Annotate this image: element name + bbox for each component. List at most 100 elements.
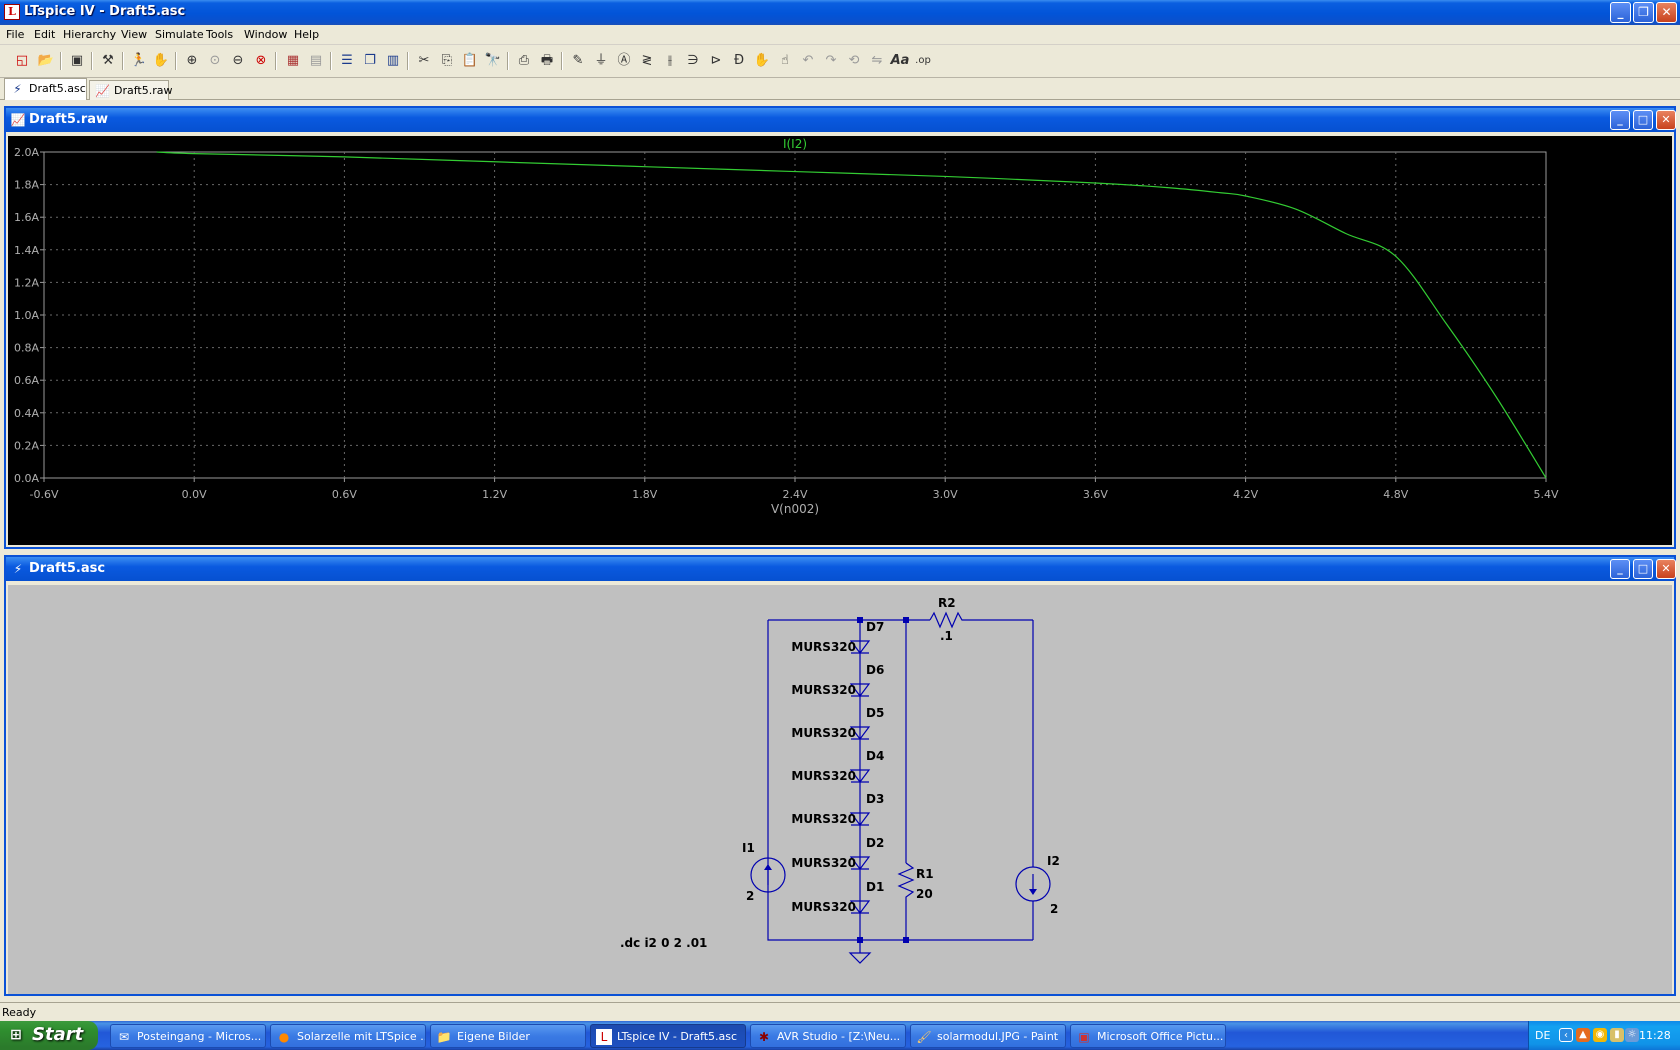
- marker-icon[interactable]: ▤: [306, 51, 326, 71]
- waveform-plot[interactable]: 0.0A 0.2A 0.4A 0.6A 0.8A 1.0A 1.2A 1.4A 1.6A 1.8A…: [8, 136, 1672, 545]
- task-outlook[interactable]: ✉ Posteingang - Micros...: [110, 1024, 266, 1048]
- diode-icon[interactable]: ⊳: [706, 51, 726, 71]
- move-icon[interactable]: ✋: [752, 51, 772, 71]
- menu-window[interactable]: Window: [244, 28, 287, 41]
- x-tick-label: 2.4V: [782, 488, 807, 501]
- zoom-fit-icon[interactable]: ⊗: [251, 51, 271, 71]
- y-tick-label: 0.2A: [14, 439, 39, 452]
- menu-hierarchy[interactable]: Hierarchy: [63, 28, 116, 41]
- task-picture-manager[interactable]: ▣ Microsoft Office Pictu...: [1070, 1024, 1226, 1048]
- inductor-icon[interactable]: ∋: [683, 51, 703, 71]
- language-indicator[interactable]: DE: [1535, 1029, 1550, 1042]
- r2-resistor[interactable]: [929, 611, 966, 629]
- trace-curve[interactable]: [156, 151, 1547, 479]
- redo-icon[interactable]: ↷: [821, 51, 841, 71]
- control-panel-icon[interactable]: ⚒: [98, 51, 118, 71]
- schematic-canvas[interactable]: D7 MURS320 D6 MURS320 D5 MURS320 D4 MURS320 D3 MU…: [8, 585, 1672, 994]
- restore-button[interactable]: ❐: [1633, 2, 1654, 23]
- mirror-icon[interactable]: ⇋: [867, 51, 887, 71]
- copy-icon[interactable]: ⎘: [437, 51, 457, 71]
- zoom-in-icon[interactable]: ⊕: [182, 51, 202, 71]
- find-icon[interactable]: 🔭: [483, 51, 503, 71]
- tile-horizontal-icon[interactable]: ☰: [337, 51, 357, 71]
- start-button[interactable]: ⊞ Start: [0, 1021, 98, 1050]
- system-tray: DE ‹ ▲ ◉ ▮ ☼ 11:28: [1528, 1021, 1680, 1050]
- drag-icon[interactable]: ☝: [775, 51, 795, 71]
- menu-file[interactable]: File: [6, 28, 24, 41]
- minimize-button[interactable]: _: [1610, 559, 1630, 579]
- waveform-plot-svg[interactable]: 0.0A 0.2A 0.4A 0.6A 0.8A 1.0A 1.2A 1.4A 1.6A 1.8A…: [8, 136, 1672, 545]
- text-icon[interactable]: Aa: [890, 51, 910, 71]
- task-avr-studio[interactable]: ✱ AVR Studio - [Z:\Neu...: [750, 1024, 906, 1048]
- tab-draft5-raw[interactable]: 📈 Draft5.raw: [89, 80, 172, 100]
- diode-value: MURS320: [791, 683, 856, 697]
- i2-current-source[interactable]: [1015, 866, 1051, 902]
- spice-directive-icon[interactable]: .op: [913, 51, 933, 71]
- save-icon[interactable]: ▣: [67, 51, 87, 71]
- task-label: LTspice IV - Draft5.asc: [617, 1030, 738, 1043]
- autorange-icon[interactable]: ▦: [283, 51, 303, 71]
- draw-wire-icon[interactable]: ✎: [568, 51, 588, 71]
- menu-tools[interactable]: Tools: [206, 28, 233, 41]
- print-icon[interactable]: 🖶: [537, 51, 557, 71]
- menu-simulate[interactable]: Simulate: [155, 28, 204, 41]
- maximize-button[interactable]: □: [1633, 559, 1653, 579]
- cut-icon[interactable]: ✂: [414, 51, 434, 71]
- capacitor-icon[interactable]: ⫲: [660, 51, 680, 71]
- undo-icon[interactable]: ↶: [798, 51, 818, 71]
- menu-help[interactable]: Help: [294, 28, 319, 41]
- ground-symbol[interactable]: [848, 952, 872, 964]
- tile-vertical-icon[interactable]: ▥: [383, 51, 403, 71]
- schematic-svg[interactable]: D7 MURS320 D6 MURS320 D5 MURS320 D4 MURS320 D3 MU…: [8, 585, 1672, 994]
- y-tick-label: 0.6A: [14, 374, 39, 387]
- schematic-window[interactable]: ⚡ Draft5.asc _ □ ✕ D7 MURS320 D6 MURS320…: [4, 555, 1676, 996]
- picture-manager-icon: ▣: [1078, 1030, 1090, 1044]
- paste-icon[interactable]: 📋: [460, 51, 480, 71]
- close-button[interactable]: ✕: [1656, 2, 1677, 23]
- task-ltspice[interactable]: L LTspice IV - Draft5.asc: [590, 1024, 746, 1048]
- network-icon[interactable]: ‹: [1559, 1028, 1573, 1042]
- i1-value: 2: [746, 889, 754, 903]
- waveform-window[interactable]: 📈 Draft5.raw _ □ ✕ 0.0A 0.2A 0.4A 0.6A 0.8A 1…: [4, 106, 1676, 549]
- open-icon[interactable]: 📂: [36, 51, 56, 71]
- menu-view[interactable]: View: [121, 28, 147, 41]
- antivirus-icon[interactable]: ▲: [1576, 1028, 1590, 1042]
- security-icon[interactable]: ◉: [1593, 1028, 1607, 1042]
- sync-icon[interactable]: ☼: [1625, 1028, 1639, 1042]
- component-icon[interactable]: Ð: [729, 51, 749, 71]
- diode-ref: D6: [866, 663, 884, 677]
- minimize-button[interactable]: _: [1610, 110, 1630, 130]
- x-tick-label: 3.0V: [933, 488, 958, 501]
- cascade-icon[interactable]: ❐: [360, 51, 380, 71]
- app-title-bar[interactable]: L LTspice IV - Draft5.asc _ ❐ ✕: [0, 0, 1680, 25]
- task-firefox[interactable]: ● Solarzelle mit LTSpice ...: [270, 1024, 426, 1048]
- tab-label: Draft5.asc: [29, 82, 86, 95]
- task-explorer[interactable]: 📁 Eigene Bilder: [430, 1024, 586, 1048]
- waveform-window-title-bar[interactable]: 📈 Draft5.raw _ □ ✕: [6, 108, 1676, 132]
- volume-icon[interactable]: ▮: [1610, 1028, 1624, 1042]
- close-button[interactable]: ✕: [1656, 110, 1676, 130]
- task-paint[interactable]: 🖌 solarmodul.JPG - Paint: [910, 1024, 1066, 1048]
- y-tick-label: 0.4A: [14, 407, 39, 420]
- ltspice-icon: L: [4, 4, 20, 20]
- zoom-out-icon[interactable]: ⊖: [228, 51, 248, 71]
- r1-resistor[interactable]: [897, 862, 915, 903]
- tab-draft5-asc[interactable]: ⚡ Draft5.asc: [4, 78, 87, 100]
- pan-icon[interactable]: ⊙: [205, 51, 225, 71]
- label-net-icon[interactable]: Ⓐ: [614, 51, 634, 71]
- ground-icon[interactable]: ⏚: [591, 51, 611, 71]
- trace-label[interactable]: I(I2): [783, 137, 807, 151]
- x-tick-label: 0.6V: [332, 488, 357, 501]
- spice-directive[interactable]: .dc i2 0 2 .01: [620, 936, 707, 950]
- menu-edit[interactable]: Edit: [34, 28, 55, 41]
- minimize-button[interactable]: _: [1610, 2, 1631, 23]
- rotate-icon[interactable]: ⟲: [844, 51, 864, 71]
- maximize-button[interactable]: □: [1633, 110, 1653, 130]
- new-schematic-icon[interactable]: ◱: [12, 51, 32, 71]
- resistor-icon[interactable]: ≷: [637, 51, 657, 71]
- schematic-window-title-bar[interactable]: ⚡ Draft5.asc _ □ ✕: [6, 557, 1676, 581]
- close-button[interactable]: ✕: [1656, 559, 1676, 579]
- print-setup-icon[interactable]: ⎙: [514, 51, 534, 71]
- run-icon[interactable]: 🏃: [129, 51, 149, 71]
- halt-icon[interactable]: ✋: [151, 51, 171, 71]
